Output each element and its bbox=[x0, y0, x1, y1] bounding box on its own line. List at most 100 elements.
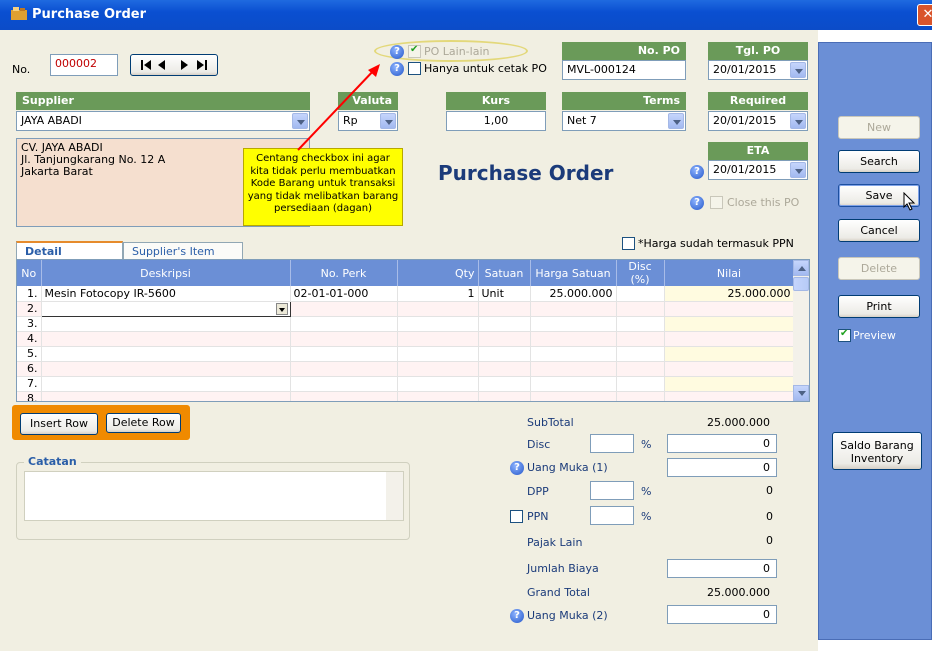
cell-qty[interactable] bbox=[397, 346, 479, 362]
chevron-down-icon[interactable] bbox=[790, 62, 806, 78]
saldo-inventory-button[interactable]: Saldo Barang Inventory bbox=[832, 432, 922, 470]
first-record-button[interactable] bbox=[130, 54, 152, 76]
supplier-field[interactable]: JAYA ABADI bbox=[16, 111, 310, 131]
cell-harga[interactable] bbox=[530, 361, 617, 377]
cell-disc[interactable] bbox=[616, 286, 665, 302]
delete-row-button[interactable]: Delete Row bbox=[106, 413, 181, 433]
cell-no-perk[interactable] bbox=[290, 301, 398, 317]
cetak-po-checkbox[interactable] bbox=[408, 62, 421, 75]
cell-harga[interactable] bbox=[530, 301, 617, 317]
cell-disc[interactable] bbox=[616, 346, 665, 362]
table-row[interactable]: 5. bbox=[17, 346, 795, 362]
cell-harga[interactable] bbox=[530, 331, 617, 347]
po-lain-checkbox[interactable] bbox=[408, 44, 421, 58]
cell-satuan[interactable] bbox=[478, 346, 531, 362]
cell-qty[interactable]: 1 bbox=[397, 286, 479, 302]
help-icon[interactable]: ? bbox=[510, 609, 524, 623]
cell-deskripsi[interactable] bbox=[41, 316, 291, 332]
cell-disc[interactable] bbox=[616, 391, 665, 401]
cell-satuan[interactable] bbox=[478, 391, 531, 401]
close-button[interactable]: ✕ bbox=[917, 4, 932, 26]
help-icon[interactable]: ? bbox=[390, 45, 404, 59]
cell-disc[interactable] bbox=[616, 331, 665, 347]
help-icon[interactable]: ? bbox=[510, 461, 524, 475]
cell-no-perk[interactable] bbox=[290, 361, 398, 377]
dropdown-icon[interactable] bbox=[275, 302, 288, 315]
cell-satuan[interactable] bbox=[478, 331, 531, 347]
cell-disc[interactable] bbox=[616, 376, 665, 392]
cell-harga[interactable] bbox=[530, 391, 617, 401]
new-button[interactable]: New bbox=[838, 116, 920, 139]
chevron-down-icon[interactable] bbox=[668, 113, 684, 129]
cell-qty[interactable] bbox=[397, 301, 479, 317]
cell-deskripsi[interactable] bbox=[41, 331, 291, 347]
table-row[interactable]: 6. bbox=[17, 361, 795, 377]
table-row[interactable]: 3. bbox=[17, 316, 795, 332]
catatan-scrollbar[interactable] bbox=[386, 472, 403, 520]
prev-record-button[interactable] bbox=[152, 54, 174, 76]
table-row[interactable]: 7. bbox=[17, 376, 795, 392]
disc-value-input[interactable]: 0 bbox=[667, 434, 777, 453]
harga-ppn-checkbox[interactable] bbox=[622, 237, 635, 250]
catatan-textarea[interactable] bbox=[24, 471, 404, 521]
cell-satuan[interactable] bbox=[478, 301, 531, 317]
cell-deskripsi[interactable] bbox=[41, 391, 291, 401]
cell-no-perk[interactable] bbox=[290, 331, 398, 347]
required-field[interactable]: 20/01/2015 bbox=[708, 111, 808, 131]
no-field[interactable]: 000002 bbox=[50, 54, 118, 76]
cell-disc[interactable] bbox=[616, 316, 665, 332]
tab-detail-transaksi[interactable]: Detail Transaksi bbox=[16, 241, 123, 275]
cancel-button[interactable]: Cancel bbox=[838, 219, 920, 242]
close-po-checkbox[interactable] bbox=[710, 196, 723, 209]
terms-field[interactable]: Net 7 bbox=[562, 111, 686, 131]
cell-no-perk[interactable]: 02-01-01-000 bbox=[290, 286, 398, 302]
disc-percent-input[interactable] bbox=[590, 434, 634, 453]
scroll-thumb[interactable] bbox=[793, 277, 809, 291]
cell-qty[interactable] bbox=[397, 331, 479, 347]
cell-harga[interactable] bbox=[530, 346, 617, 362]
delete-button[interactable]: Delete bbox=[838, 257, 920, 280]
print-button[interactable]: Print bbox=[838, 295, 920, 318]
cell-disc[interactable] bbox=[616, 301, 665, 317]
grid-scrollbar[interactable] bbox=[793, 260, 809, 401]
kurs-field[interactable]: 1,00 bbox=[446, 111, 546, 131]
ppn-percent-input[interactable] bbox=[590, 506, 634, 525]
help-icon[interactable]: ? bbox=[690, 196, 704, 210]
uang-muka1-input[interactable]: 0 bbox=[667, 458, 777, 477]
tgl-po-field[interactable]: 20/01/2015 bbox=[708, 60, 808, 80]
search-button[interactable]: Search bbox=[838, 150, 920, 173]
table-row[interactable]: 8. bbox=[17, 391, 795, 401]
cell-qty[interactable] bbox=[397, 391, 479, 401]
dpp-percent-input[interactable] bbox=[590, 481, 634, 500]
ppn-checkbox[interactable] bbox=[510, 510, 523, 523]
table-row[interactable]: 4. bbox=[17, 331, 795, 347]
cell-deskripsi[interactable] bbox=[41, 361, 291, 377]
scroll-up-icon[interactable] bbox=[793, 260, 809, 276]
cell-qty[interactable] bbox=[397, 376, 479, 392]
cell-no-perk[interactable] bbox=[290, 391, 398, 401]
cell-satuan[interactable]: Unit bbox=[478, 286, 531, 302]
jumlah-biaya-input[interactable]: 0 bbox=[667, 559, 777, 578]
cell-harga[interactable] bbox=[530, 376, 617, 392]
cell-satuan[interactable] bbox=[478, 316, 531, 332]
cell-qty[interactable] bbox=[397, 361, 479, 377]
help-icon[interactable]: ? bbox=[390, 62, 404, 76]
cell-no-perk[interactable] bbox=[290, 316, 398, 332]
cell-harga[interactable] bbox=[530, 316, 617, 332]
cell-satuan[interactable] bbox=[478, 376, 531, 392]
table-row[interactable]: 1. Mesin Fotocopy IR-5600 02-01-01-000 1… bbox=[17, 286, 795, 302]
uang-muka2-input[interactable]: 0 bbox=[667, 605, 777, 624]
insert-row-button[interactable]: Insert Row bbox=[20, 413, 98, 435]
cell-harga[interactable]: 25.000.000 bbox=[530, 286, 617, 302]
preview-checkbox[interactable] bbox=[838, 328, 851, 342]
cell-no-perk[interactable] bbox=[290, 376, 398, 392]
last-record-button[interactable] bbox=[196, 54, 218, 76]
cell-deskripsi[interactable] bbox=[41, 376, 291, 392]
cell-disc[interactable] bbox=[616, 361, 665, 377]
chevron-down-icon[interactable] bbox=[790, 162, 806, 178]
eta-field[interactable]: 20/01/2015 bbox=[708, 160, 808, 180]
cell-deskripsi-editing[interactable] bbox=[40, 300, 291, 317]
cell-deskripsi[interactable] bbox=[41, 346, 291, 362]
help-icon[interactable]: ? bbox=[690, 165, 704, 179]
cell-deskripsi[interactable]: Mesin Fotocopy IR-5600 bbox=[41, 286, 291, 302]
